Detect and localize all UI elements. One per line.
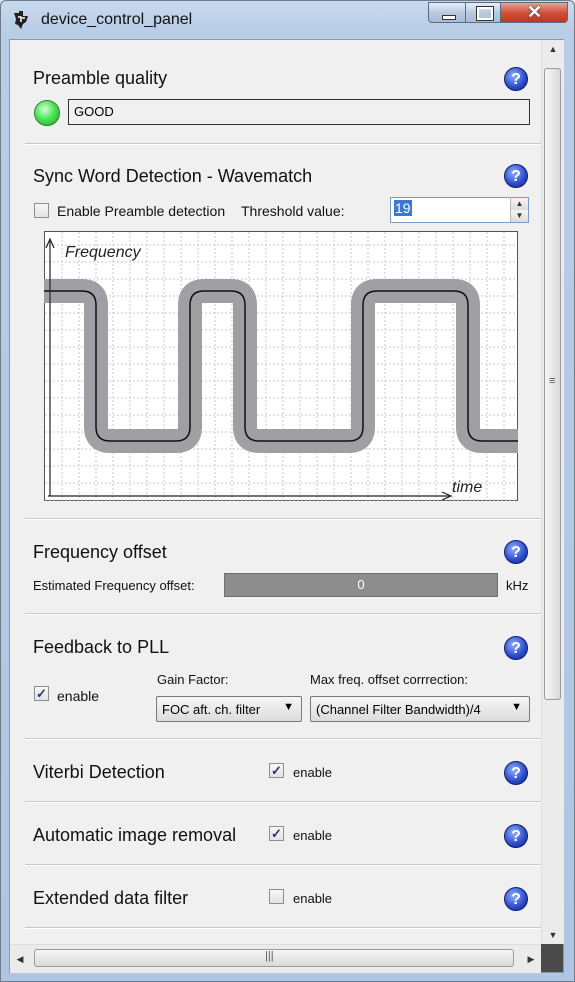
- chevron-down-icon: ▼: [511, 701, 522, 713]
- frequency-offset-heading: Frequency offset: [33, 542, 167, 562]
- preamble-quality-heading: Preamble quality: [33, 68, 168, 88]
- window-title: device_control_panel: [41, 11, 193, 28]
- image-removal-help-button[interactable]: ?: [504, 824, 528, 848]
- divider: [25, 927, 541, 929]
- extended-filter-help-button[interactable]: ?: [504, 887, 528, 911]
- client-area: Preamble quality ? GOOD Sync Word Detect…: [9, 39, 564, 973]
- chevron-down-icon: ▼: [283, 701, 294, 713]
- spin-up-icon[interactable]: ▲: [511, 198, 528, 210]
- divider: [25, 613, 541, 615]
- horizontal-scroll-thumb[interactable]: |||: [34, 949, 514, 967]
- enable-preamble-label: Enable Preamble detection: [57, 203, 226, 219]
- pll-enable-label: enable: [57, 688, 100, 704]
- x-axis-label: time: [452, 479, 482, 496]
- max-freq-select[interactable]: (Channel Filter Bandwidth)/4 ▼: [310, 696, 530, 722]
- estimated-offset-label: Estimated Frequency offset:: [33, 578, 195, 593]
- divider: [25, 801, 541, 803]
- scroll-up-icon[interactable]: ▲: [542, 40, 564, 58]
- threshold-label: Threshold value:: [241, 203, 345, 219]
- question-mark-icon: ?: [511, 891, 521, 908]
- preamble-status-field: GOOD: [68, 99, 530, 125]
- max-freq-label: Max freq. offset corrrection:: [310, 672, 468, 687]
- title-bar[interactable]: device_control_panel ✕: [1, 1, 574, 39]
- question-mark-icon: ?: [511, 168, 521, 185]
- extended-filter-enable-label: enable: [293, 891, 333, 906]
- gain-factor-select[interactable]: FOC aft. ch. filter ▼: [156, 696, 302, 722]
- question-mark-icon: ?: [511, 544, 521, 561]
- image-removal-enable-checkbox[interactable]: ✓: [269, 826, 284, 841]
- khz-unit-label: kHz: [506, 578, 529, 593]
- horizontal-scrollbar[interactable]: ◀ ||| ▶: [10, 944, 541, 973]
- frequency-offset-bar: 0: [224, 573, 498, 597]
- vertical-scroll-thumb[interactable]: ≡: [544, 68, 561, 700]
- threshold-value: 19: [394, 200, 412, 216]
- divider: [25, 518, 541, 520]
- scroll-down-icon[interactable]: ▼: [542, 926, 564, 944]
- y-axis-label: Frequency: [65, 244, 142, 261]
- close-icon: ✕: [527, 2, 543, 22]
- feedback-pll-heading: Feedback to PLL: [33, 637, 170, 657]
- check-mark-icon: ✓: [271, 826, 282, 841]
- divider: [25, 738, 541, 740]
- sync-help-button[interactable]: ?: [504, 164, 528, 188]
- frequency-offset-help-button[interactable]: ?: [504, 540, 528, 564]
- scroll-right-icon[interactable]: ▶: [521, 945, 541, 973]
- sync-word-heading: Sync Word Detection - Wavematch: [33, 166, 313, 186]
- scroll-left-icon[interactable]: ◀: [10, 945, 30, 973]
- gain-factor-label: Gain Factor:: [157, 672, 229, 687]
- resize-corner[interactable]: [541, 944, 563, 972]
- image-removal-enable-label: enable: [293, 828, 333, 843]
- pll-enable-checkbox[interactable]: ✓: [34, 686, 49, 701]
- maximize-icon: [476, 6, 494, 21]
- viterbi-enable-checkbox[interactable]: ✓: [269, 763, 284, 778]
- maximize-button[interactable]: [465, 2, 501, 23]
- question-mark-icon: ?: [511, 828, 521, 845]
- viterbi-help-button[interactable]: ?: [504, 761, 528, 785]
- viterbi-heading: Viterbi Detection: [33, 762, 165, 782]
- enable-preamble-checkbox[interactable]: [34, 203, 49, 218]
- divider: [25, 864, 541, 866]
- extended-filter-heading: Extended data filter: [33, 888, 189, 908]
- extended-filter-enable-checkbox[interactable]: [269, 889, 284, 904]
- green-led-icon: [34, 100, 60, 126]
- threshold-spinbox[interactable]: 19 ▲ ▼: [390, 197, 529, 223]
- pll-help-button[interactable]: ?: [504, 636, 528, 660]
- scroll-content: Preamble quality ? GOOD Sync Word Detect…: [10, 40, 541, 944]
- close-button[interactable]: ✕: [500, 2, 568, 23]
- preamble-help-button[interactable]: ?: [504, 67, 528, 91]
- image-removal-heading: Automatic image removal: [33, 825, 237, 845]
- viterbi-enable-label: enable: [293, 765, 333, 780]
- grip-icon: |||: [265, 950, 274, 962]
- question-mark-icon: ?: [511, 765, 521, 782]
- question-mark-icon: ?: [511, 640, 521, 657]
- check-mark-icon: ✓: [271, 763, 282, 778]
- ti-logo-icon: [14, 11, 28, 29]
- divider: [25, 143, 541, 145]
- minimize-button[interactable]: [428, 2, 466, 23]
- check-mark-icon: ✓: [36, 686, 47, 701]
- grip-icon: ≡: [549, 375, 556, 387]
- spin-down-icon[interactable]: ▼: [511, 210, 528, 222]
- spin-buttons[interactable]: ▲ ▼: [510, 198, 528, 222]
- window: device_control_panel ✕ Preamble quality …: [0, 0, 575, 982]
- max-freq-value: (Channel Filter Bandwidth)/4: [316, 702, 481, 717]
- question-mark-icon: ?: [511, 71, 521, 88]
- minimize-icon: [442, 15, 456, 20]
- wavematch-diagram: Frequency time: [44, 231, 518, 501]
- gain-factor-value: FOC aft. ch. filter: [162, 702, 261, 717]
- vertical-scrollbar[interactable]: ▲ ≡ ▼: [541, 40, 564, 944]
